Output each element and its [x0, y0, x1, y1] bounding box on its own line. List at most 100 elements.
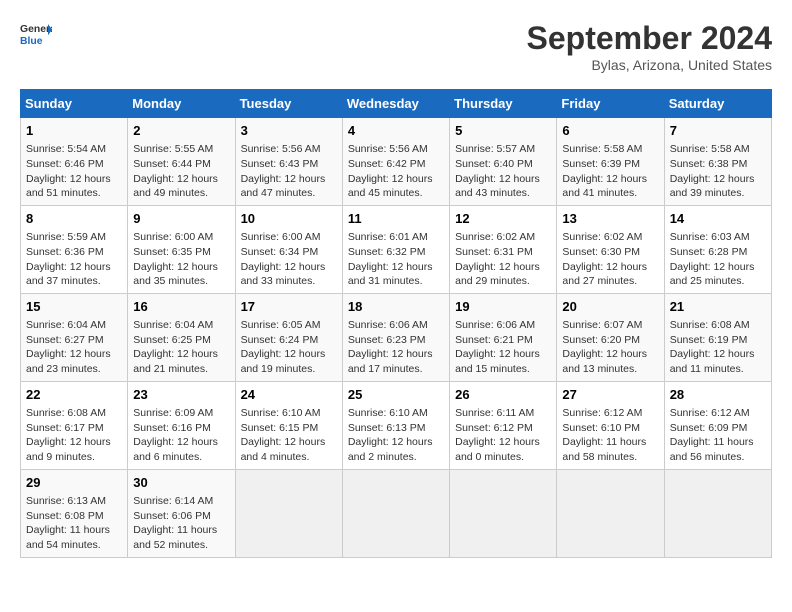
- week-row-4: 22 Sunrise: 6:08 AM Sunset: 6:17 PM Dayli…: [21, 381, 772, 469]
- day-info: Sunrise: 6:12 AM Sunset: 6:09 PM Dayligh…: [670, 406, 766, 465]
- day-number: 17: [241, 298, 337, 316]
- day-cell-17: 17 Sunrise: 6:05 AM Sunset: 6:24 PM Dayli…: [235, 293, 342, 381]
- day-info: Sunrise: 6:02 AM Sunset: 6:30 PM Dayligh…: [562, 230, 658, 289]
- day-cell-15: 15 Sunrise: 6:04 AM Sunset: 6:27 PM Dayli…: [21, 293, 128, 381]
- day-number: 27: [562, 386, 658, 404]
- day-number: 14: [670, 210, 766, 228]
- day-info: Sunrise: 6:14 AM Sunset: 6:06 PM Dayligh…: [133, 494, 229, 553]
- day-number: 7: [670, 122, 766, 140]
- empty-cell: [450, 469, 557, 557]
- day-cell-4: 4 Sunrise: 5:56 AM Sunset: 6:42 PM Daylig…: [342, 118, 449, 206]
- day-info: Sunrise: 6:08 AM Sunset: 6:17 PM Dayligh…: [26, 406, 122, 465]
- day-cell-23: 23Sunrise: 6:09 AM Sunset: 6:16 PM Dayli…: [128, 381, 235, 469]
- day-number: 4: [348, 122, 444, 140]
- day-number: 22: [26, 386, 122, 404]
- day-info: Sunrise: 5:59 AM Sunset: 6:36 PM Dayligh…: [26, 230, 122, 289]
- empty-cell: [342, 469, 449, 557]
- logo: General Blue: [20, 20, 52, 52]
- title-block: September 2024 Bylas, Arizona, United St…: [527, 20, 772, 73]
- week-row-1: 1 Sunrise: 5:54 AM Sunset: 6:46 PM Daylig…: [21, 118, 772, 206]
- day-number: 23: [133, 386, 229, 404]
- day-cell-14: 14Sunrise: 6:03 AM Sunset: 6:28 PM Dayli…: [664, 205, 771, 293]
- day-number: 26: [455, 386, 551, 404]
- day-number: 18: [348, 298, 444, 316]
- svg-text:Blue: Blue: [20, 36, 43, 47]
- day-number: 9: [133, 210, 229, 228]
- day-number: 8: [26, 210, 122, 228]
- day-cell-20: 20 Sunrise: 6:07 AM Sunset: 6:20 PM Dayli…: [557, 293, 664, 381]
- empty-cell: [664, 469, 771, 557]
- day-cell-12: 12 Sunrise: 6:02 AM Sunset: 6:31 PM Dayli…: [450, 205, 557, 293]
- day-number: 3: [241, 122, 337, 140]
- day-number: 25: [348, 386, 444, 404]
- calendar-header-row: SundayMondayTuesdayWednesdayThursdayFrid…: [21, 90, 772, 118]
- day-number: 16: [133, 298, 229, 316]
- day-number: 28: [670, 386, 766, 404]
- day-info: Sunrise: 6:11 AM Sunset: 6:12 PM Dayligh…: [455, 406, 551, 465]
- day-number: 21: [670, 298, 766, 316]
- day-cell-5: 5 Sunrise: 5:57 AM Sunset: 6:40 PM Daylig…: [450, 118, 557, 206]
- logo-wordmark: General Blue: [20, 20, 52, 52]
- header-wednesday: Wednesday: [342, 90, 449, 118]
- day-cell-9: 9 Sunrise: 6:00 AM Sunset: 6:35 PM Daylig…: [128, 205, 235, 293]
- day-cell-7: 7 Sunrise: 5:58 AM Sunset: 6:38 PM Daylig…: [664, 118, 771, 206]
- day-number: 1: [26, 122, 122, 140]
- day-info: Sunrise: 6:00 AM Sunset: 6:35 PM Dayligh…: [133, 230, 229, 289]
- header-thursday: Thursday: [450, 90, 557, 118]
- day-cell-21: 21Sunrise: 6:08 AM Sunset: 6:19 PM Dayli…: [664, 293, 771, 381]
- day-cell-26: 26 Sunrise: 6:11 AM Sunset: 6:12 PM Dayli…: [450, 381, 557, 469]
- day-info: Sunrise: 6:07 AM Sunset: 6:20 PM Dayligh…: [562, 318, 658, 377]
- day-info: Sunrise: 6:01 AM Sunset: 6:32 PM Dayligh…: [348, 230, 444, 289]
- day-number: 13: [562, 210, 658, 228]
- day-number: 2: [133, 122, 229, 140]
- day-number: 15: [26, 298, 122, 316]
- day-number: 19: [455, 298, 551, 316]
- day-number: 24: [241, 386, 337, 404]
- day-cell-8: 8 Sunrise: 5:59 AM Sunset: 6:36 PM Daylig…: [21, 205, 128, 293]
- day-number: 6: [562, 122, 658, 140]
- day-info: Sunrise: 5:57 AM Sunset: 6:40 PM Dayligh…: [455, 142, 551, 201]
- day-info: Sunrise: 5:58 AM Sunset: 6:38 PM Dayligh…: [670, 142, 766, 201]
- day-cell-6: 6Sunrise: 5:58 AM Sunset: 6:39 PM Daylig…: [557, 118, 664, 206]
- day-info: Sunrise: 5:56 AM Sunset: 6:42 PM Dayligh…: [348, 142, 444, 201]
- day-info: Sunrise: 6:12 AM Sunset: 6:10 PM Dayligh…: [562, 406, 658, 465]
- day-cell-3: 3 Sunrise: 5:56 AM Sunset: 6:43 PM Daylig…: [235, 118, 342, 206]
- week-row-3: 15 Sunrise: 6:04 AM Sunset: 6:27 PM Dayli…: [21, 293, 772, 381]
- day-cell-10: 10Sunrise: 6:00 AM Sunset: 6:34 PM Dayli…: [235, 205, 342, 293]
- day-cell-16: 16 Sunrise: 6:04 AM Sunset: 6:25 PM Dayli…: [128, 293, 235, 381]
- day-cell-30: 30Sunrise: 6:14 AM Sunset: 6:06 PM Dayli…: [128, 469, 235, 557]
- day-cell-24: 24 Sunrise: 6:10 AM Sunset: 6:15 PM Dayli…: [235, 381, 342, 469]
- day-cell-13: 13 Sunrise: 6:02 AM Sunset: 6:30 PM Dayli…: [557, 205, 664, 293]
- calendar-subtitle: Bylas, Arizona, United States: [527, 57, 772, 73]
- day-cell-27: 27 Sunrise: 6:12 AM Sunset: 6:10 PM Dayli…: [557, 381, 664, 469]
- empty-cell: [557, 469, 664, 557]
- day-info: Sunrise: 6:06 AM Sunset: 6:23 PM Dayligh…: [348, 318, 444, 377]
- day-number: 12: [455, 210, 551, 228]
- day-number: 5: [455, 122, 551, 140]
- day-info: Sunrise: 6:04 AM Sunset: 6:25 PM Dayligh…: [133, 318, 229, 377]
- week-row-2: 8 Sunrise: 5:59 AM Sunset: 6:36 PM Daylig…: [21, 205, 772, 293]
- day-cell-18: 18 Sunrise: 6:06 AM Sunset: 6:23 PM Dayli…: [342, 293, 449, 381]
- empty-cell: [235, 469, 342, 557]
- day-cell-28: 28 Sunrise: 6:12 AM Sunset: 6:09 PM Dayli…: [664, 381, 771, 469]
- page-header: General Blue September 2024 Bylas, Arizo…: [20, 20, 772, 73]
- day-cell-25: 25Sunrise: 6:10 AM Sunset: 6:13 PM Dayli…: [342, 381, 449, 469]
- calendar-table: SundayMondayTuesdayWednesdayThursdayFrid…: [20, 89, 772, 558]
- day-info: Sunrise: 6:02 AM Sunset: 6:31 PM Dayligh…: [455, 230, 551, 289]
- header-monday: Monday: [128, 90, 235, 118]
- calendar-title: September 2024: [527, 20, 772, 57]
- header-tuesday: Tuesday: [235, 90, 342, 118]
- day-info: Sunrise: 6:04 AM Sunset: 6:27 PM Dayligh…: [26, 318, 122, 377]
- day-number: 20: [562, 298, 658, 316]
- week-row-5: 29Sunrise: 6:13 AM Sunset: 6:08 PM Dayli…: [21, 469, 772, 557]
- day-info: Sunrise: 6:10 AM Sunset: 6:15 PM Dayligh…: [241, 406, 337, 465]
- day-cell-2: 2Sunrise: 5:55 AM Sunset: 6:44 PM Daylig…: [128, 118, 235, 206]
- day-info: Sunrise: 6:05 AM Sunset: 6:24 PM Dayligh…: [241, 318, 337, 377]
- day-info: Sunrise: 5:56 AM Sunset: 6:43 PM Dayligh…: [241, 142, 337, 201]
- day-cell-19: 19Sunrise: 6:06 AM Sunset: 6:21 PM Dayli…: [450, 293, 557, 381]
- day-cell-1: 1 Sunrise: 5:54 AM Sunset: 6:46 PM Daylig…: [21, 118, 128, 206]
- day-info: Sunrise: 6:13 AM Sunset: 6:08 PM Dayligh…: [26, 494, 122, 553]
- header-friday: Friday: [557, 90, 664, 118]
- svg-text:General: General: [20, 24, 52, 35]
- day-info: Sunrise: 5:54 AM Sunset: 6:46 PM Dayligh…: [26, 142, 122, 201]
